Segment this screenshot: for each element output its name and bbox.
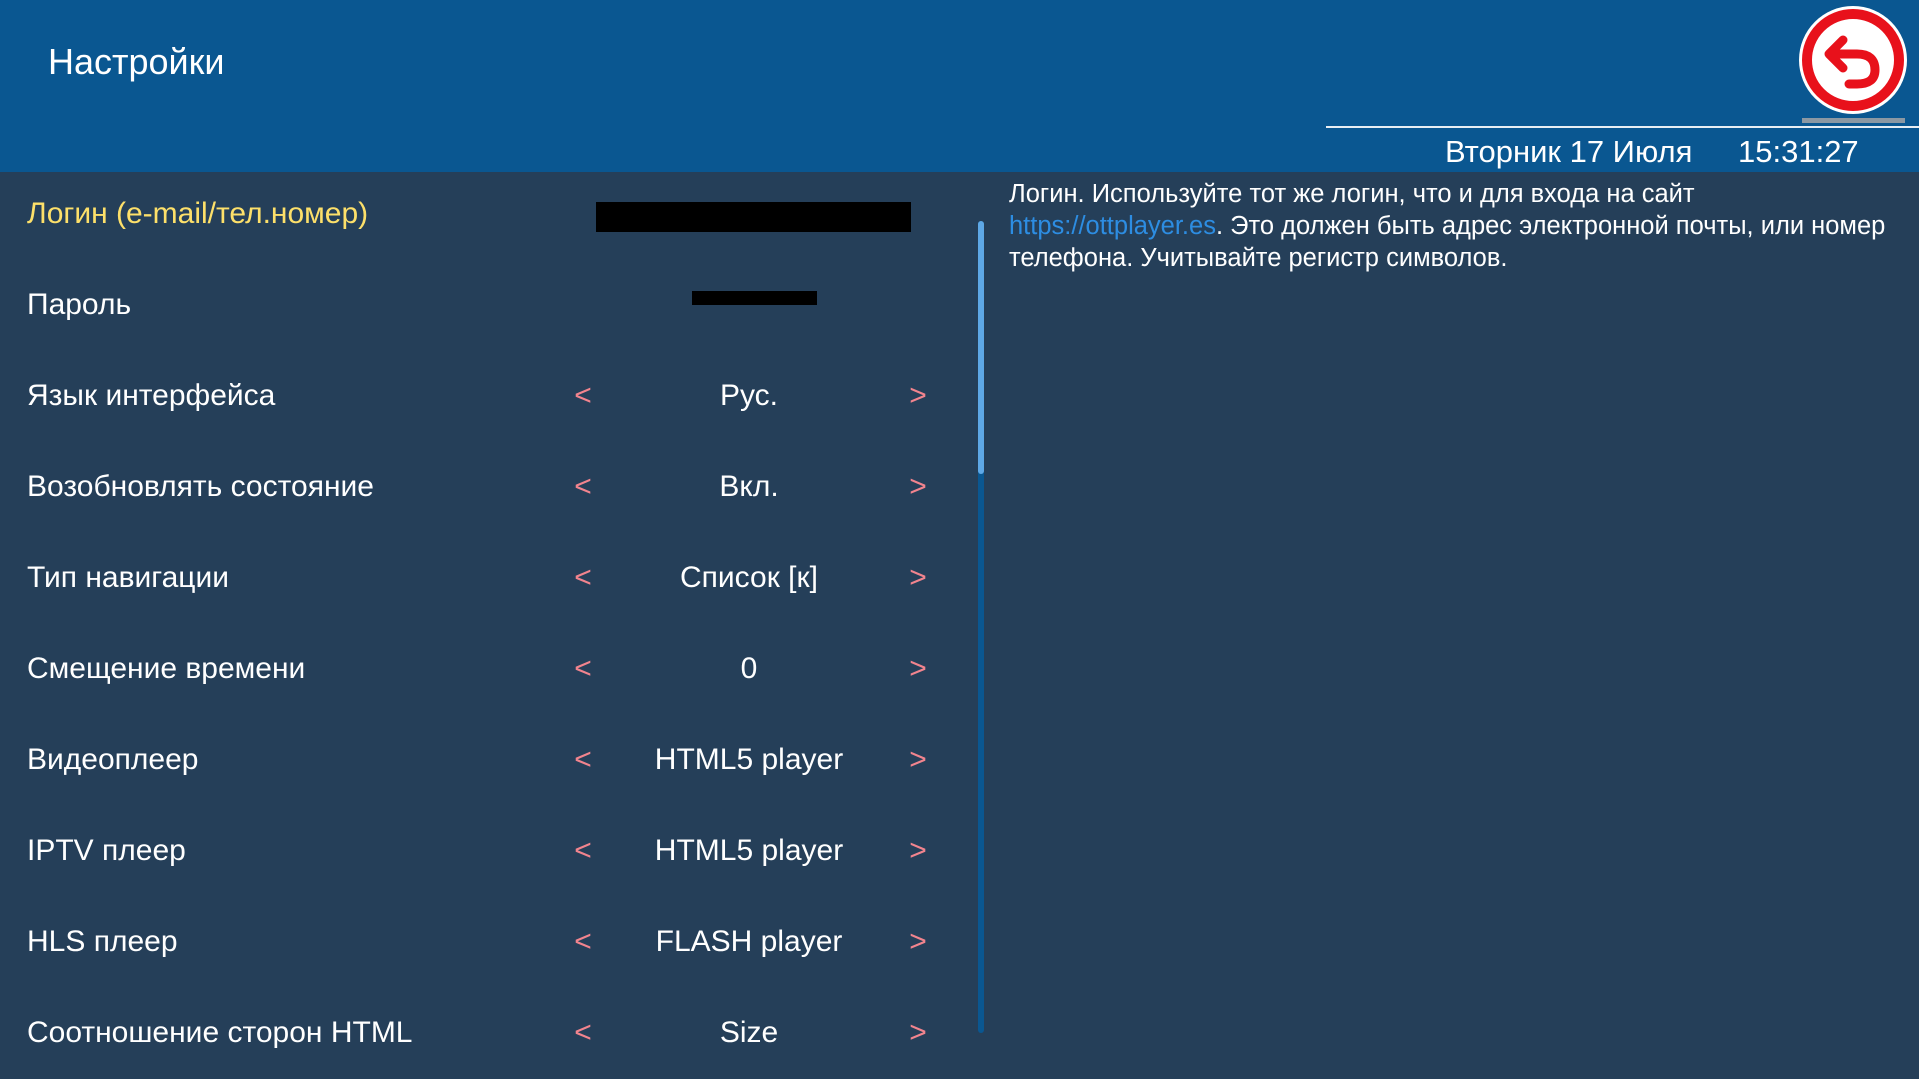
- setting-label: Язык интерфейса: [27, 379, 276, 412]
- prev-option-button[interactable]: <: [571, 560, 595, 596]
- password-field[interactable]: [692, 291, 817, 305]
- setting-label: Видеоплеер: [27, 743, 199, 776]
- setting-label: IPTV плеер: [27, 834, 186, 867]
- setting-row-aspect-ratio[interactable]: Соотношение сторон HTML < Size >: [0, 991, 960, 1079]
- setting-label: Соотношение сторон HTML: [27, 1016, 413, 1049]
- header-clock: 15:31:27: [1738, 134, 1859, 169]
- settings-screen: Настройки Вторник 17 Июля 15:31:27 Логин…: [0, 0, 1919, 1079]
- prev-option-button[interactable]: <: [571, 924, 595, 960]
- next-option-button[interactable]: >: [906, 1015, 930, 1051]
- setting-value: Список [к]: [680, 561, 818, 594]
- setting-row-hls-player[interactable]: HLS плеер < FLASH player >: [0, 900, 960, 991]
- scrollbar-thumb[interactable]: [978, 221, 984, 474]
- setting-label: Логин (e-mail/тел.номер): [27, 197, 369, 230]
- header-bar: Настройки Вторник 17 Июля 15:31:27: [0, 0, 1919, 172]
- setting-value: HTML5 player: [654, 834, 844, 867]
- setting-value: 0: [740, 652, 758, 685]
- prev-option-button[interactable]: <: [571, 651, 595, 687]
- login-field[interactable]: [596, 202, 911, 232]
- prev-option-button[interactable]: <: [571, 469, 595, 505]
- setting-value: Вкл.: [719, 470, 779, 503]
- next-option-button[interactable]: >: [906, 742, 930, 778]
- setting-row-resume-state[interactable]: Возобновлять состояние < Вкл. >: [0, 445, 960, 536]
- setting-value: FLASH player: [655, 925, 843, 958]
- next-option-button[interactable]: >: [906, 924, 930, 960]
- next-option-button[interactable]: >: [906, 833, 930, 869]
- setting-value: Size: [719, 1016, 779, 1049]
- setting-row-video-player[interactable]: Видеоплеер < HTML5 player >: [0, 718, 960, 809]
- setting-row-login[interactable]: Логин (e-mail/тел.номер): [0, 172, 960, 263]
- next-option-button[interactable]: >: [906, 651, 930, 687]
- back-arrow-icon: [1802, 9, 1904, 111]
- next-option-button[interactable]: >: [906, 469, 930, 505]
- site-link[interactable]: https://ottplayer.es: [1009, 212, 1216, 240]
- setting-label: Возобновлять состояние: [27, 470, 374, 503]
- header-date: Вторник 17 Июля: [1445, 134, 1693, 169]
- setting-label: HLS плеер: [27, 925, 178, 958]
- prev-option-button[interactable]: <: [571, 1015, 595, 1051]
- next-option-button[interactable]: >: [906, 378, 930, 414]
- back-button-focus-bar: [1802, 118, 1905, 123]
- setting-row-language[interactable]: Язык интерфейса < Рус. >: [0, 354, 960, 445]
- help-text-intro: Логин. Используйте тот же логин, что и д…: [1009, 180, 1695, 208]
- setting-row-password[interactable]: Пароль: [0, 263, 960, 354]
- prev-option-button[interactable]: <: [571, 378, 595, 414]
- prev-option-button[interactable]: <: [571, 742, 595, 778]
- setting-label: Смещение времени: [27, 652, 306, 685]
- setting-value: Рус.: [719, 379, 778, 412]
- page-title: Настройки: [48, 41, 225, 82]
- back-button[interactable]: [1799, 6, 1907, 114]
- setting-row-time-offset[interactable]: Смещение времени < 0 >: [0, 627, 960, 718]
- next-option-button[interactable]: >: [906, 560, 930, 596]
- setting-row-iptv-player[interactable]: IPTV плеер < HTML5 player >: [0, 809, 960, 900]
- settings-list: Логин (e-mail/тел.номер) Пароль Язык инт…: [0, 172, 960, 1079]
- setting-label: Пароль: [27, 288, 132, 321]
- setting-value: HTML5 player: [654, 743, 844, 776]
- header-divider: [1326, 126, 1919, 128]
- help-text: Логин. Используйте тот же логин, что и д…: [1009, 178, 1899, 274]
- setting-label: Тип навигации: [27, 561, 229, 594]
- prev-option-button[interactable]: <: [571, 833, 595, 869]
- setting-row-navigation-type[interactable]: Тип навигации < Список [к] >: [0, 536, 960, 627]
